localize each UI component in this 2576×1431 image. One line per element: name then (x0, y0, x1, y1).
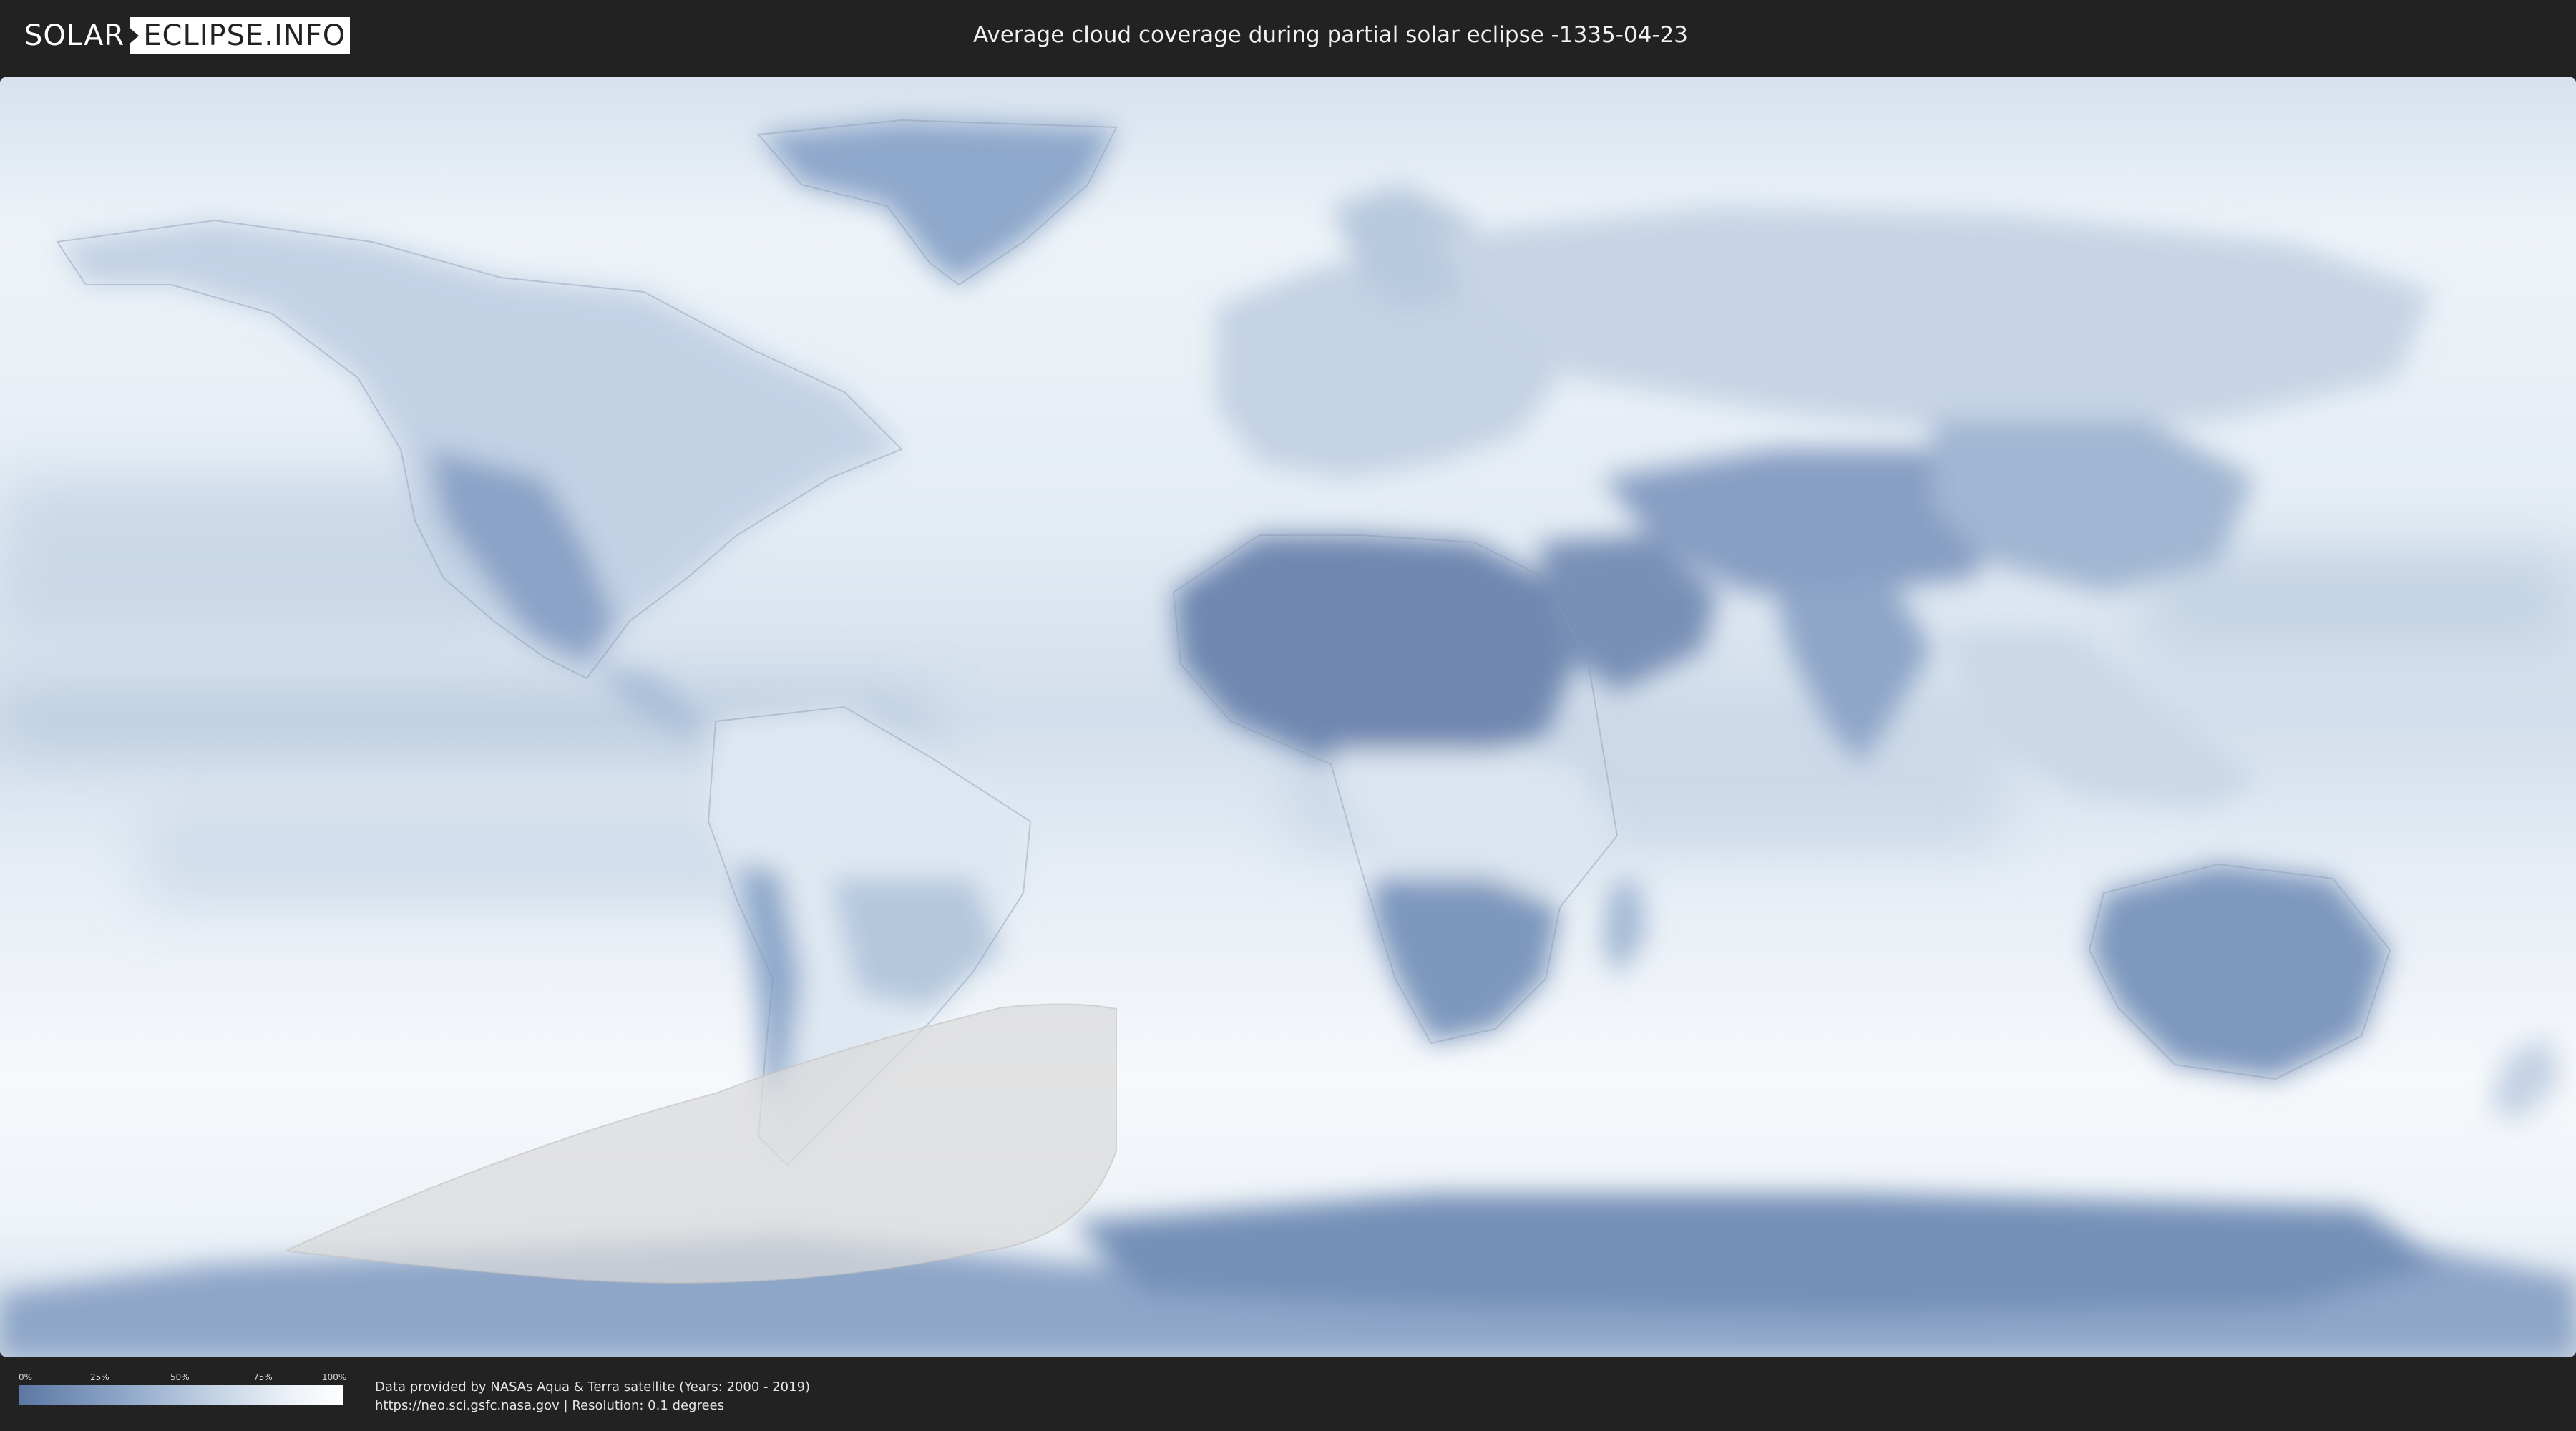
cloud-coverage-map[interactable] (0, 77, 2576, 1357)
legend-tick-50: 50% (170, 1372, 190, 1382)
footer-bar: 0% 25% 50% 75% 100% Data provided by NAS… (0, 1357, 2576, 1431)
legend-tick-75: 75% (253, 1372, 273, 1382)
legend-tick-0: 0% (19, 1372, 33, 1382)
site-logo[interactable]: SOLAR ECLIPSE.INFO (24, 17, 351, 54)
credits-line-source: Data provided by NASAs Aqua & Terra sate… (375, 1379, 811, 1395)
logo-text-eclipse-info-label: ECLIPSE.INFO (143, 19, 346, 52)
page-title: Average cloud coverage during partial so… (973, 22, 1689, 48)
credits-line-url[interactable]: https://neo.sci.gsfc.nasa.gov | Resoluti… (375, 1397, 810, 1415)
header-bar: SOLAR ECLIPSE.INFO Average cloud coverag… (0, 0, 2576, 70)
data-credits: Data provided by NASAs Aqua & Terra sate… (375, 1378, 810, 1415)
logo-notch-shape (129, 27, 140, 44)
legend-gradient-bar (19, 1385, 343, 1405)
map-svg (0, 77, 2576, 1357)
legend-tick-100: 100% (322, 1372, 347, 1382)
legend-tick-row: 0% 25% 50% 75% 100% (19, 1372, 347, 1384)
page: SOLAR ECLIPSE.INFO Average cloud coverag… (0, 0, 2576, 1431)
legend-tick-25: 25% (90, 1372, 109, 1382)
logo-text-solar: SOLAR (24, 19, 125, 52)
logo-text-eclipse-info: ECLIPSE.INFO (129, 17, 351, 54)
cloud-coverage-legend: 0% 25% 50% 75% 100% (19, 1372, 347, 1405)
